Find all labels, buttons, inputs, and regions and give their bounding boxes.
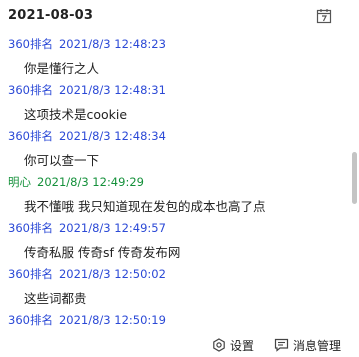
scrollbar-thumb[interactable] — [352, 152, 357, 204]
message-time: 2021/8/3 12:50:19 — [58, 313, 166, 327]
message-text: 这项技术是cookie — [24, 107, 128, 122]
message-sender: 360排名 — [8, 267, 53, 281]
history-header: 2021-08-03 — [0, 0, 359, 32]
message-time: 2021/8/3 12:50:02 — [58, 267, 166, 281]
gear-icon — [213, 338, 225, 352]
message-text: 你是懂行之人 — [24, 61, 100, 76]
history-date: 2021-08-03 — [8, 8, 94, 23]
settings-button[interactable]: 设置 — [212, 336, 254, 354]
message-header: 明心 2021/8/3 12:49:29 — [8, 174, 144, 190]
message-header: 360排名 2021/8/3 12:49:57 — [8, 220, 166, 236]
message-item: 360排名 2021/8/3 12:50:19 — [0, 308, 350, 332]
message-item: 360排名 2021/8/3 12:48:31 这项技术是cookie — [0, 78, 350, 124]
message-manager-button[interactable]: 消息管理 — [274, 336, 341, 354]
message-sender: 明心 — [8, 175, 31, 189]
message-time: 2021/8/3 12:48:31 — [58, 83, 166, 97]
message-sender: 360排名 — [8, 313, 53, 327]
message-time: 2021/8/3 12:48:23 — [58, 37, 166, 51]
history-footer: 设置 消息管理 — [0, 334, 359, 357]
message-header: 360排名 2021/8/3 12:48:23 — [8, 36, 166, 52]
scrollbar[interactable] — [351, 32, 359, 332]
message-sender: 360排名 — [8, 83, 53, 97]
chat-history-window: 2021-08-03 360排名 2021/8/3 12:48:23 你是懂行之人… — [0, 0, 359, 357]
chat-icon — [274, 338, 289, 352]
message-item: 360排名 2021/8/3 12:50:02 这些词都贵 — [0, 262, 350, 308]
message-header: 360排名 2021/8/3 12:50:19 — [8, 312, 166, 328]
message-header: 360排名 2021/8/3 12:50:02 — [8, 266, 166, 282]
settings-label: 设置 — [230, 338, 255, 353]
message-item: 明心 2021/8/3 12:49:29 我不懂哦 我只知道现在发包的成本也高了点 — [0, 170, 350, 216]
message-sender: 360排名 — [8, 221, 53, 235]
message-sender: 360排名 — [8, 129, 53, 143]
message-header: 360排名 2021/8/3 12:48:34 — [8, 128, 166, 144]
message-header: 360排名 2021/8/3 12:48:31 — [8, 82, 166, 98]
message-text: 我不懂哦 我只知道现在发包的成本也高了点 — [24, 199, 266, 214]
message-time: 2021/8/3 12:48:34 — [58, 129, 166, 143]
calendar-icon[interactable] — [316, 8, 332, 24]
message-item: 360排名 2021/8/3 12:49:57 传奇私服 传奇sf 传奇发布网 — [0, 216, 350, 262]
message-time: 2021/8/3 12:49:57 — [58, 221, 166, 235]
message-manager-label: 消息管理 — [293, 338, 342, 353]
message-list[interactable]: 360排名 2021/8/3 12:48:23 你是懂行之人 360排名 2021/… — [0, 32, 350, 332]
message-text: 你可以查一下 — [24, 153, 100, 168]
message-sender: 360排名 — [8, 37, 53, 51]
message-item: 360排名 2021/8/3 12:48:34 你可以查一下 — [0, 124, 350, 170]
message-text: 这些词都贵 — [24, 291, 87, 306]
message-time: 2021/8/3 12:49:29 — [37, 175, 144, 189]
message-text: 传奇私服 传奇sf 传奇发布网 — [24, 245, 181, 260]
message-item: 360排名 2021/8/3 12:48:23 你是懂行之人 — [0, 32, 350, 78]
